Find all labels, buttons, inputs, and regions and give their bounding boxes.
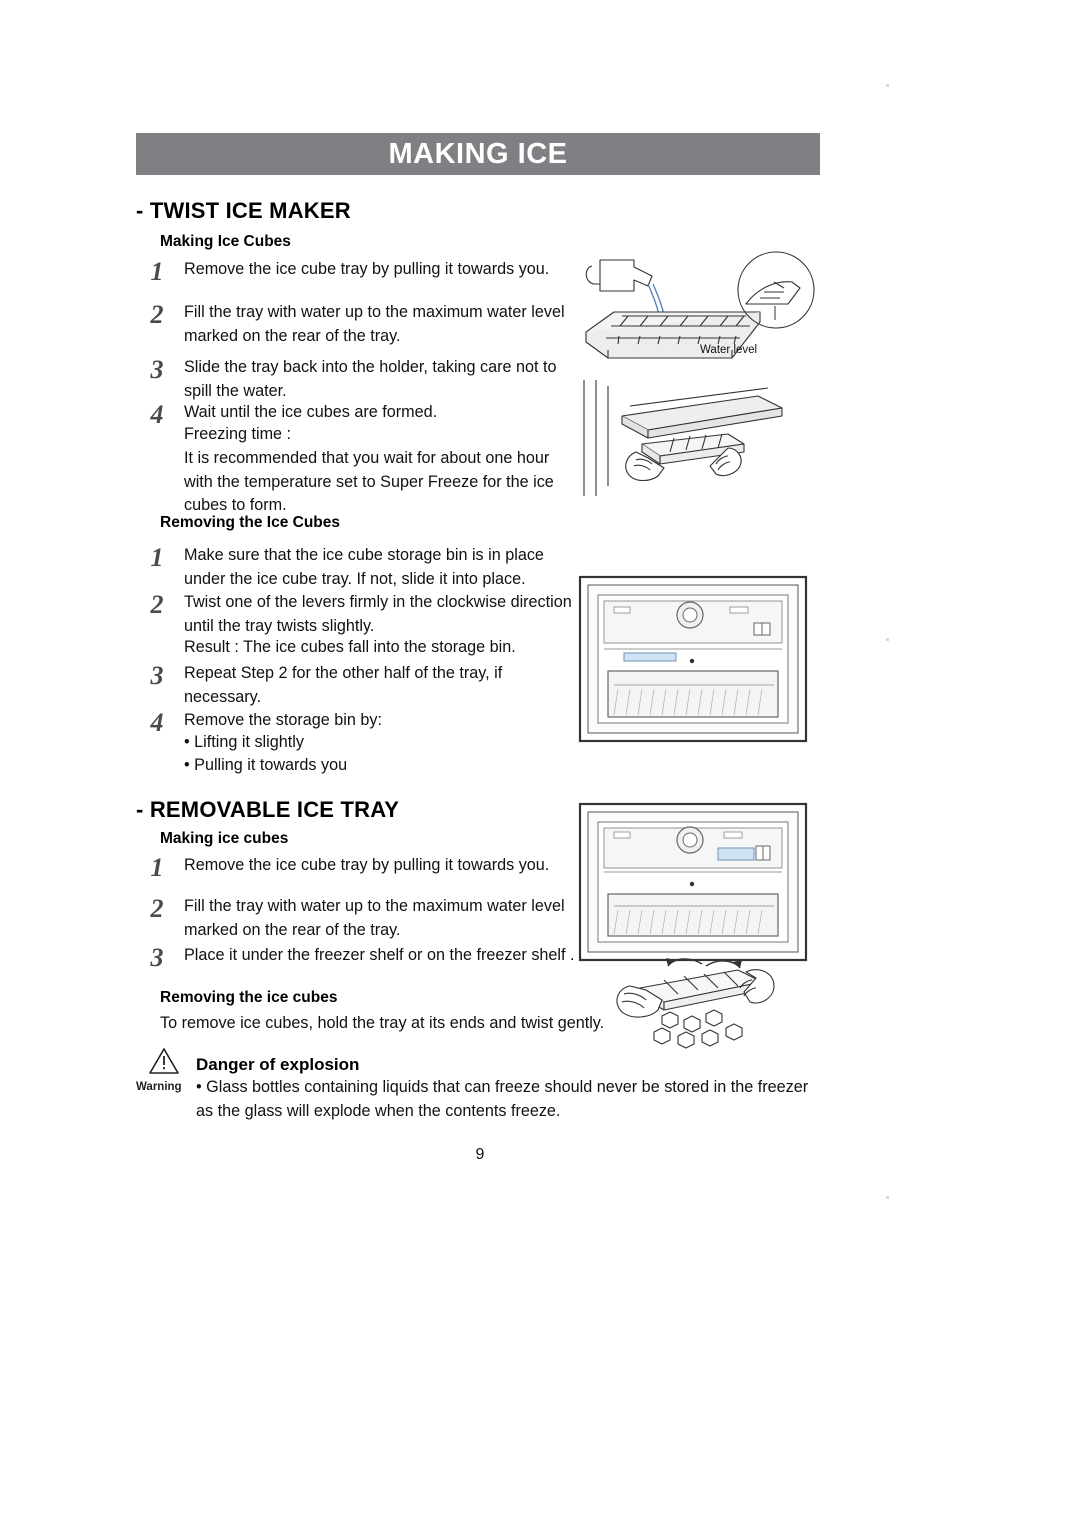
- registration-mark: [886, 84, 889, 87]
- warning-triangle-icon: [148, 1047, 180, 1075]
- warning-title: Danger of explosion: [196, 1055, 360, 1074]
- step-number: 1: [140, 853, 174, 883]
- illustration-freezer-interior-2: [578, 802, 808, 962]
- step-number: 1: [140, 543, 174, 573]
- step-text: Remove the storage bin by:: [184, 711, 382, 729]
- step-text: Remove the ice cube tray by pulling it t…: [184, 856, 550, 874]
- water-level-caption: Water level: [700, 344, 758, 356]
- bullet-item: • Pulling it towards you: [184, 756, 348, 774]
- step-text: Wait until the ice cubes are formed.: [184, 403, 438, 421]
- illustration-filling-tray: [578, 246, 820, 364]
- step-text: Remove the ice cube tray by pulling it t…: [184, 260, 550, 278]
- step-text: Slide the tray back into the holder, tak…: [184, 358, 557, 400]
- step-text: Fill the tray with water up to the maxim…: [184, 897, 565, 939]
- section-heading-twist-ice-maker: - TWIST ICE MAKER: [136, 198, 351, 223]
- registration-mark: [886, 1196, 889, 1199]
- step-number: 3: [140, 661, 174, 691]
- page-number: 9: [475, 1146, 485, 1163]
- illustration-freezer-interior-1: [578, 575, 808, 743]
- freezing-time-note: It is recommended that you wait for abou…: [184, 449, 554, 514]
- subsection-heading-making-ice-cubes-2: Making ice cubes: [160, 830, 289, 847]
- step-text: Place it under the freezer shelf or on t…: [184, 946, 575, 964]
- step-text: Twist one of the levers firmly in the cl…: [184, 593, 572, 635]
- registration-mark: [886, 638, 889, 641]
- removing-ice-cubes-paragraph: To remove ice cubes, hold the tray at it…: [160, 1014, 605, 1032]
- step-number: 3: [140, 355, 174, 385]
- step-text: Make sure that the ice cube storage bin …: [184, 546, 544, 588]
- step-number: 4: [140, 708, 174, 738]
- step-text: Fill the tray with water up to the maxim…: [184, 303, 565, 345]
- step-number: 1: [140, 257, 174, 287]
- illustration-sliding-tray: [578, 376, 786, 500]
- manual-page: MAKING ICE - TWIST ICE MAKER Making Ice …: [0, 0, 1080, 1528]
- step-number: 2: [140, 300, 174, 330]
- section-heading-removable-ice-tray: - REMOVABLE ICE TRAY: [136, 797, 400, 822]
- subsection-heading-making-ice-cubes: Making Ice Cubes: [160, 233, 291, 250]
- step-number: 2: [140, 894, 174, 924]
- step-number: 2: [140, 590, 174, 620]
- step-number: 3: [140, 943, 174, 973]
- step-number: 4: [140, 400, 174, 430]
- step-text: Repeat Step 2 for the other half of the …: [184, 664, 503, 706]
- subsection-heading-removing-ice-cubes-2: Removing the ice cubes: [160, 989, 338, 1006]
- warning-label: Warning: [136, 1081, 182, 1093]
- subsection-heading-removing-ice-cubes: Removing the Ice Cubes: [160, 514, 341, 531]
- freezing-time-label: Freezing time :: [184, 425, 292, 443]
- result-note: Result : The ice cubes fall into the sto…: [184, 638, 516, 656]
- bullet-item: • Lifting it slightly: [184, 733, 304, 751]
- warning-text: • Glass bottles containing liquids that …: [196, 1078, 809, 1120]
- page-title: MAKING ICE: [388, 137, 568, 170]
- illustration-twisting-tray: [606, 958, 806, 1056]
- page-title-bar: MAKING ICE: [136, 133, 820, 175]
